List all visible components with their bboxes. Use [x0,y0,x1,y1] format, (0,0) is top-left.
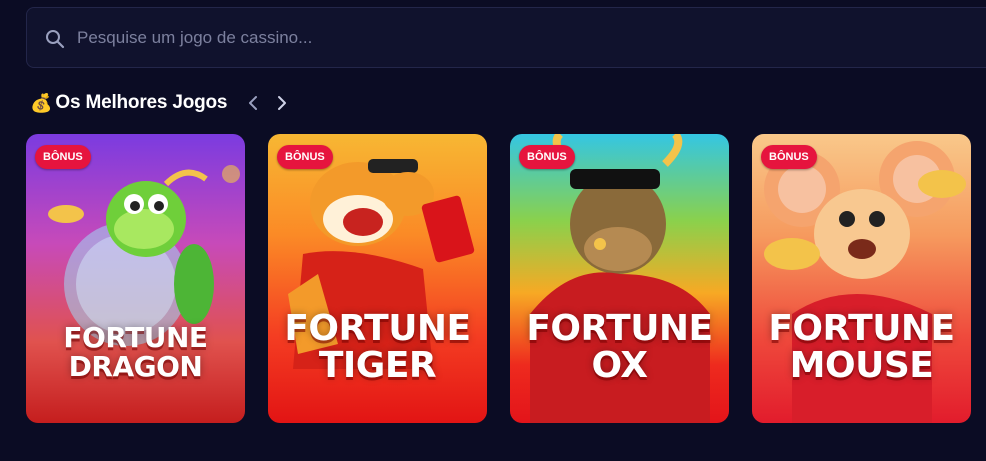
bonus-badge: BÔNUS [35,145,91,169]
search-input[interactable] [77,8,977,67]
game-card-fortune-dragon[interactable]: BÔNUS FORTUNE DRAGON [26,134,245,423]
section-title: Os Melhores Jogos [55,92,228,113]
game-title: FORTUNE OX [526,308,713,386]
money-bag-icon: 💰 [30,92,53,113]
game-card-fortune-mouse[interactable]: BÔNUS FORTUNE MOUSE [752,134,971,423]
bonus-badge: BÔNUS [277,145,333,169]
game-card-fortune-ox[interactable]: BÔNUS FORTUNE OX [510,134,729,423]
search-icon [46,30,65,49]
search-bar[interactable] [26,7,986,68]
game-title: FORTUNE DRAGON [63,321,208,383]
game-title: FORTUNE TIGER [284,308,471,386]
bonus-badge: BÔNUS [519,145,575,169]
game-card-fortune-tiger[interactable]: BÔNUS FORTUNE TIGER [268,134,487,423]
chevron-left-icon[interactable] [243,92,265,114]
game-title: FORTUNE MOUSE [768,308,955,386]
chevron-right-icon[interactable] [270,92,292,114]
bonus-badge: BÔNUS [761,145,817,169]
section-header: 💰 Os Melhores Jogos [30,88,227,118]
